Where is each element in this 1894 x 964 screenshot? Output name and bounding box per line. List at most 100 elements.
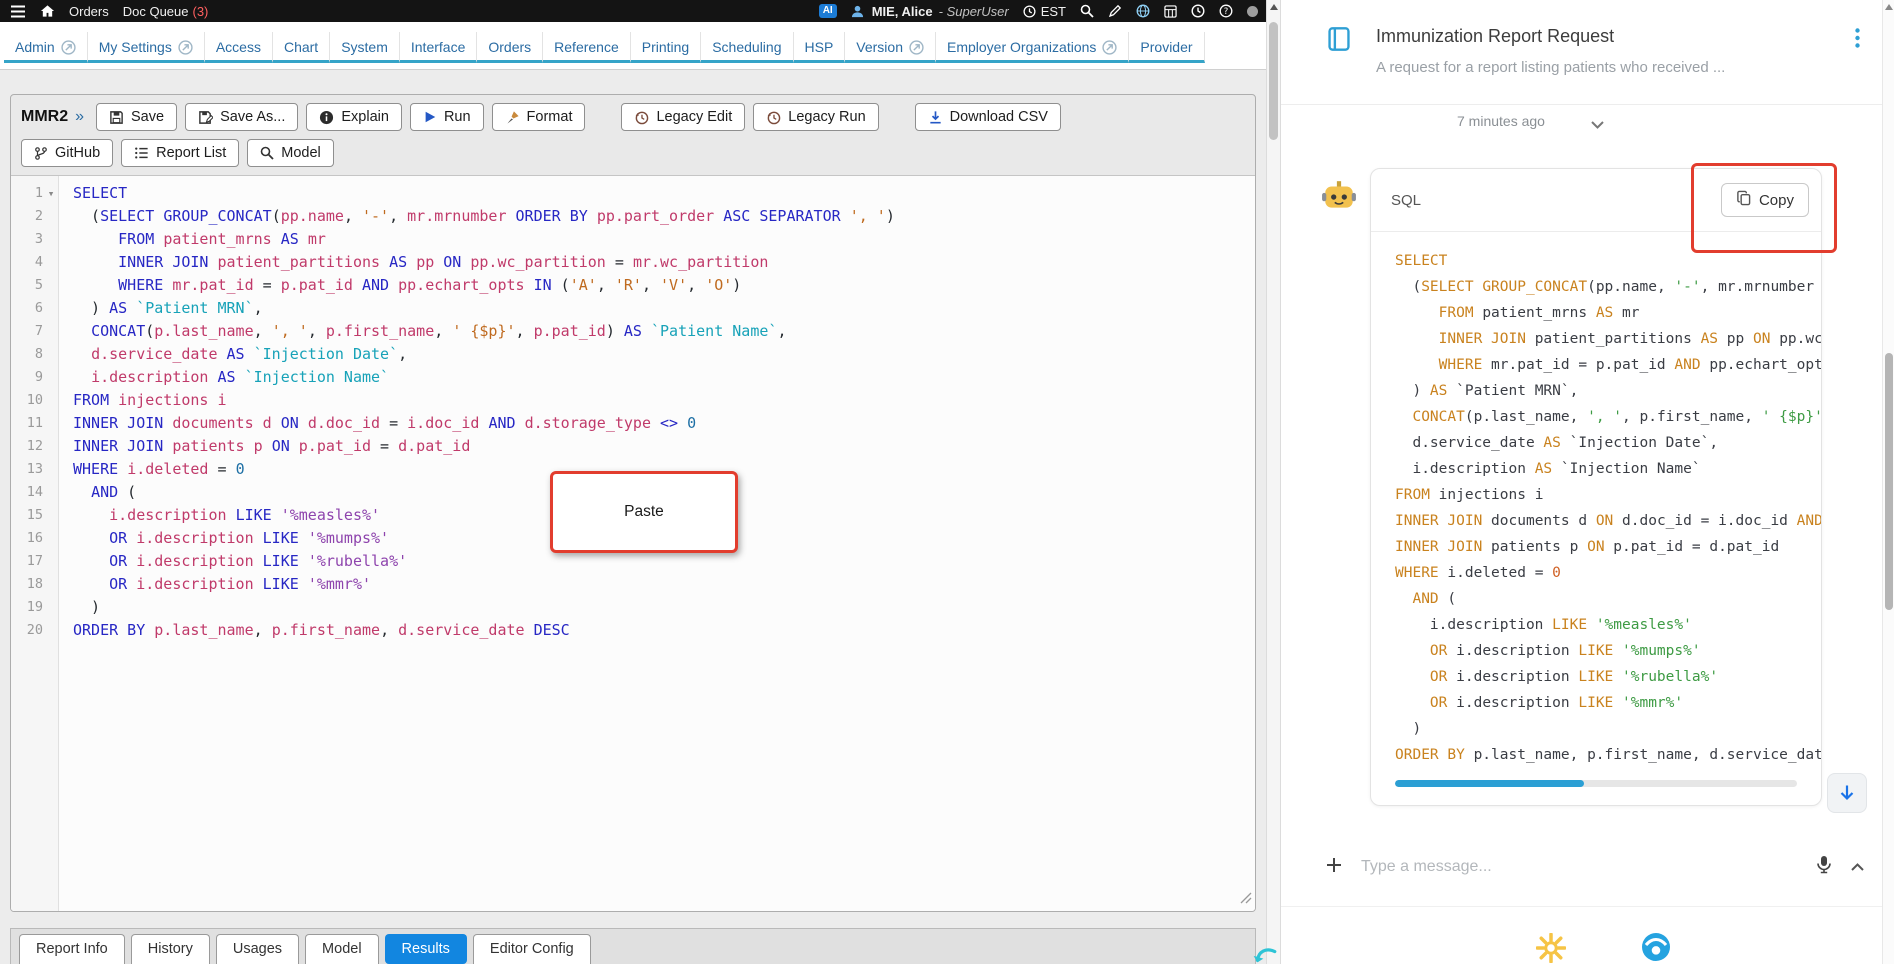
copy-button-label: Copy [1758,191,1794,209]
scroll-to-bottom-button[interactable] [1827,773,1867,813]
report-name-chevron[interactable]: » [75,108,84,126]
report-list-button[interactable]: Report List [121,139,240,167]
paste-button[interactable]: Paste [550,471,738,553]
code-line: 3 FROM patient_mrns AS mr [34,230,326,248]
nav-tab[interactable]: System [330,32,400,63]
kebab-menu-icon[interactable] [1855,26,1860,53]
microphone-icon[interactable] [1815,855,1833,879]
bottom-tab[interactable]: History [130,934,210,964]
legacy-run-button-label: Legacy Run [788,109,866,125]
user-name: MIE, Alice [871,3,933,19]
nav-tab[interactable]: Access [204,32,273,63]
code-line: 5 WHERE mr.pat_id = p.pat_id AND pp.echa… [34,276,742,294]
legacy-run-button[interactable]: Legacy Run [753,103,879,131]
progress-bar-fill [1395,780,1584,787]
model-button[interactable]: Model [247,139,334,167]
clock-icon[interactable] [1191,4,1205,18]
nav-tab[interactable]: Scheduling [701,32,794,63]
copy-icon [1736,190,1751,210]
chat-header-text: Immunization Report Request A request fo… [1376,26,1725,76]
nav-tab-label: HSP [804,39,834,55]
tools-icon[interactable] [1108,4,1122,18]
timestamp-row: 7 minutes ago [1281,105,1882,145]
branch-icon [34,146,48,161]
code-line: WHERE i.deleted = 0 [1395,565,1561,581]
home-icon[interactable] [40,4,55,18]
orders-link[interactable]: Orders [69,4,109,19]
nav-tab[interactable]: Admin [4,32,88,63]
sun-logo-icon[interactable] [1535,932,1567,964]
doc-queue-link[interactable]: Doc Queue (3) [123,4,209,19]
editor-toolbar-main: MMR2 » Save Save As... Explain Run Forma… [11,95,1255,135]
code-line: 19 ) [26,598,101,616]
page-scrollbar-thumb[interactable] [1885,353,1893,610]
explain-button[interactable]: Explain [306,103,402,131]
chat-footer [1281,906,1882,964]
nav-tab[interactable]: Chart [272,32,331,63]
bottom-tab[interactable]: Editor Config [472,934,591,964]
legacy-edit-button-label: Legacy Edit [656,109,733,125]
doc-queue-label: Doc Queue [122,3,189,19]
webchart-logo-icon[interactable] [1640,931,1672,964]
grid-icon[interactable] [1164,4,1177,18]
nav-tab[interactable]: Employer Organizations [936,32,1130,63]
report-name-label: MMR2 [21,108,69,125]
scrollbar-up-arrow[interactable] [1270,4,1278,10]
nav-tab[interactable]: Provider [1129,32,1205,63]
page-scrollbar-up-arrow[interactable] [1885,4,1893,10]
editor-scrollbar[interactable] [1266,0,1281,964]
journal-icon [1326,26,1352,57]
nav-tab-label: Version [856,39,903,55]
run-button[interactable]: Run [409,103,484,131]
copy-button[interactable]: Copy [1720,183,1809,217]
message-input[interactable] [1361,858,1797,876]
collapse-chevron-icon[interactable] [1591,116,1604,134]
legacy-edit-button[interactable]: Legacy Edit [621,103,746,131]
scrollbar-thumb[interactable] [1269,22,1278,140]
nav-tab[interactable]: Version [845,32,936,63]
bottom-tabs: Report Info History Usages Model Results… [10,928,1256,964]
bottom-tab[interactable]: Report Info [19,934,125,964]
nav-tab-label: Admin [15,39,55,55]
nav-tab[interactable]: Printing [630,32,702,63]
code-line: INNER JOIN patient_partitions AS pp ON p… [1438,331,1821,347]
bot-avatar [1321,178,1357,219]
add-attachment-icon[interactable] [1325,856,1343,879]
bottom-tab[interactable]: Model [305,934,379,964]
user-role: - SuperUser [938,3,1009,19]
code-line: i.description LIKE '%measles%' [1429,617,1692,633]
nav-tab[interactable]: My Settings [87,32,205,63]
ai-badge[interactable]: AI [818,4,837,18]
chevron-up-icon[interactable] [1851,858,1864,876]
nav-tab[interactable]: HSP [793,32,846,63]
page-scrollbar[interactable] [1882,0,1894,964]
editor-toolbar-secondary: GitHub Report List Model [11,135,1255,175]
explain-button-label: Explain [341,109,389,125]
popout-icon [1102,39,1118,55]
download-csv-button[interactable]: Download CSV [914,103,1061,131]
nav-tab[interactable]: Interface [399,32,478,63]
nav-tab[interactable]: Reference [543,32,631,63]
back-arrow-icon[interactable] [1252,944,1278,964]
bottom-tab-label: Editor Config [489,941,574,957]
hamburger-menu-icon[interactable] [10,5,26,18]
save-as-button[interactable]: Save As... [185,103,299,131]
save-button[interactable]: Save [96,103,178,131]
github-button[interactable]: GitHub [21,139,114,167]
code-line: (SELECT GROUP_CONCAT(pp.name, '-', mr.mr… [1395,279,1815,295]
search-icon[interactable] [1080,4,1094,18]
nav-tab-label: Reference [554,39,619,55]
history-icon [766,110,781,125]
globe-icon[interactable] [1136,4,1150,18]
sql-message-card: SQL Copy SELECT (SELECT GROUP_CONCAT(pp.… [1370,163,1837,806]
bottom-tab[interactable]: Results [384,934,467,964]
resize-handle[interactable] [1240,890,1252,908]
code-line: 11 INNER JOIN documents d ON d.doc_id = i… [26,414,697,432]
nav-tab-label: System [341,39,388,55]
info-icon [319,110,334,125]
nav-tab[interactable]: Orders [477,32,544,63]
bottom-tab[interactable]: Usages [215,934,300,964]
code-line: FROM patient_mrns AS mr [1438,305,1640,321]
format-button[interactable]: Format [491,103,586,131]
help-icon[interactable]: ? [1219,4,1233,18]
